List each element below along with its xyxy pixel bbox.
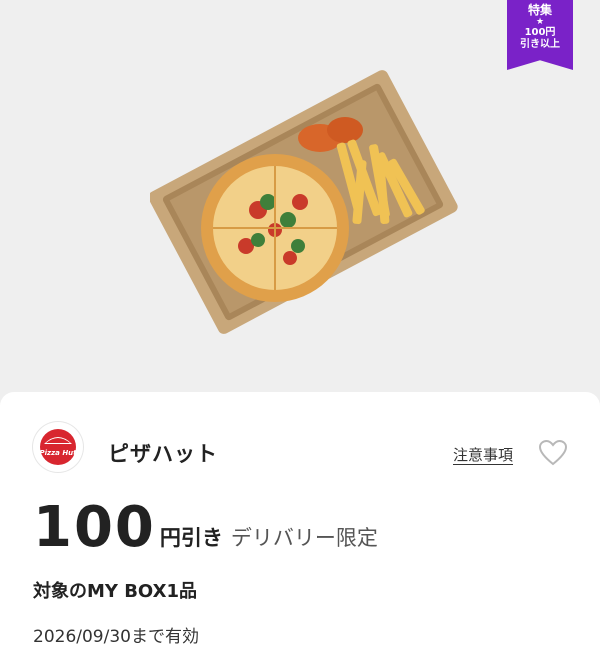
feature-badge: 特集 ★ 100円 引き以上 xyxy=(507,0,573,70)
delivery-limit-label: デリバリー限定 xyxy=(230,526,378,550)
badge-line-2: 引き以上 xyxy=(520,39,560,50)
badge-title: 特集 xyxy=(527,3,552,17)
hero-image-area: 特集 ★ 100円 引き以上 xyxy=(0,0,600,392)
pizza-box-image xyxy=(150,70,458,334)
discount-row: 100 円引き デリバリー限定 xyxy=(33,498,378,558)
pizza-hut-logo: Pizza Hut xyxy=(33,422,83,472)
logo-wordmark: Pizza Hut xyxy=(39,449,77,457)
coupon-card[interactable]: Pizza Hut ピザハット 注意事項 100 円引き デリバリー限定 対象のMY… xyxy=(0,392,600,670)
validity-date: 2026/09/30まで有効 xyxy=(33,627,199,647)
badge-line-1: 100円 xyxy=(524,27,556,38)
brand-name: ピザハット xyxy=(108,442,218,466)
discount-amount: 100 xyxy=(33,495,156,560)
heart-outline-icon[interactable] xyxy=(538,439,568,467)
discount-unit: 円引き xyxy=(159,526,223,550)
target-item: 対象のMY BOX1品 xyxy=(33,581,197,602)
badge-star-icon: ★ xyxy=(535,17,545,27)
notes-link[interactable]: 注意事項 xyxy=(453,444,513,465)
